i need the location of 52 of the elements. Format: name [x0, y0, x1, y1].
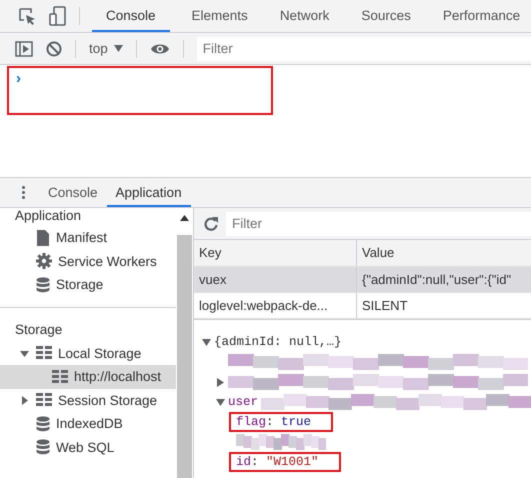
table-row[interactable]: loglevel:webpack-de... SILENT — [194, 293, 531, 319]
grid-icon — [36, 393, 52, 408]
dropdown-arrow-icon — [114, 45, 123, 52]
sidebar-item[interactable]: Web SQL — [0, 436, 176, 459]
panel-tab[interactable]: Performance — [432, 0, 530, 32]
database-icon — [36, 439, 50, 456]
filter-field[interactable]: Filter — [196, 36, 531, 60]
context-dropdown[interactable]: top — [89, 41, 123, 56]
panel-tab[interactable]: Network — [270, 0, 340, 32]
gear-icon — [36, 253, 52, 270]
table-row[interactable]: vuex {"adminId":null,"user":{"id" — [194, 267, 531, 293]
value-cell: SILENT — [362, 298, 408, 313]
column-header[interactable]: Key — [194, 240, 357, 266]
column-header[interactable]: Value — [357, 240, 531, 266]
value-cell: {"adminId":null,"user":{"id" — [362, 272, 512, 287]
key-cell: loglevel:webpack-de... — [199, 298, 328, 313]
property-key: user — [228, 395, 258, 409]
panel-tab[interactable]: Elements — [182, 0, 258, 32]
sidebar-item[interactable]: IndexedDB — [0, 412, 176, 436]
sidebar-item[interactable]: Storage — [0, 273, 176, 296]
file-icon — [36, 230, 50, 246]
scroll-up-icon[interactable] — [180, 215, 189, 221]
sidebar-item[interactable]: Local Storage — [0, 342, 176, 365]
expand-arrow-icon[interactable] — [202, 338, 211, 346]
grid-icon — [52, 370, 68, 384]
database-icon — [36, 416, 50, 432]
sidebar-item[interactable]: Service Workers — [0, 250, 176, 273]
drawer-tab[interactable]: Console — [39, 178, 107, 207]
section-heading: Storage — [14, 320, 64, 339]
sidebar-item[interactable]: Session Storage — [0, 388, 176, 412]
more-menu-icon[interactable] — [22, 186, 25, 199]
sidebar-item[interactable]: Manifest — [0, 226, 176, 250]
filter-field[interactable]: Filter — [226, 212, 531, 236]
sidebar-toggle-icon[interactable] — [15, 40, 33, 56]
expand-arrow-icon[interactable] — [20, 348, 29, 358]
expand-arrow-icon[interactable] — [216, 398, 225, 406]
section-heading: Application — [14, 208, 82, 225]
expand-arrow-icon[interactable] — [20, 396, 29, 405]
console-prompt[interactable]: › — [16, 70, 21, 87]
refresh-icon[interactable] — [204, 216, 218, 230]
device-icon[interactable] — [49, 6, 67, 26]
grid-icon — [36, 346, 52, 360]
clear-console-icon[interactable] — [46, 40, 62, 56]
database-icon — [36, 276, 50, 293]
eye-icon[interactable] — [150, 42, 170, 56]
object-summary: {adminId: null,…} — [214, 335, 342, 349]
panel-tab[interactable]: Sources — [351, 0, 421, 32]
inspect-icon[interactable] — [17, 6, 37, 26]
expand-arrow-icon[interactable] — [216, 378, 225, 386]
sidebar-item[interactable]: http://localhost — [0, 365, 176, 388]
drawer-tab[interactable]: Application — [106, 178, 191, 207]
key-cell: vuex — [199, 272, 226, 287]
